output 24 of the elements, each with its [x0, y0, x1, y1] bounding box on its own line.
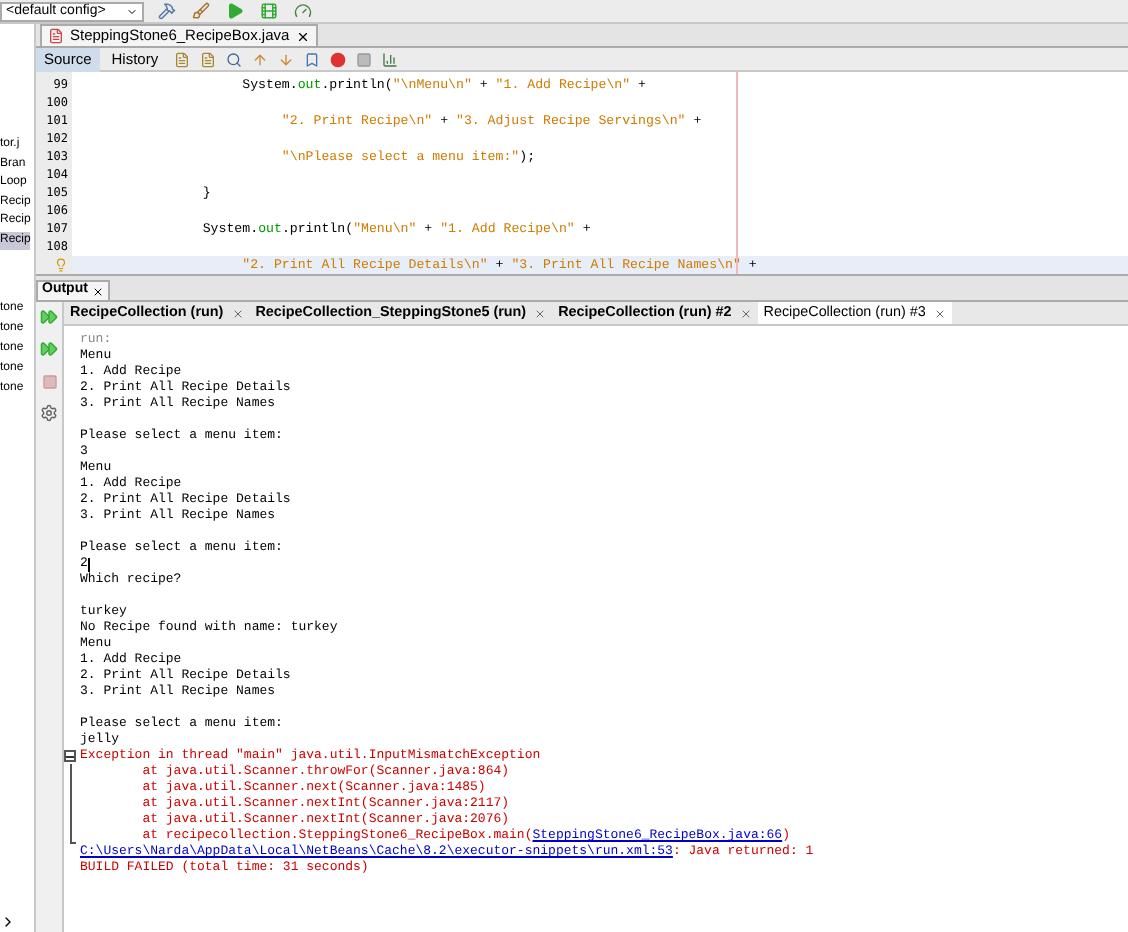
gauge-icon[interactable]: [292, 0, 314, 22]
lightbulb-icon[interactable]: [54, 258, 68, 272]
settings-icon[interactable]: [38, 402, 60, 424]
play-icon[interactable]: [224, 0, 246, 22]
stop-icon[interactable]: [38, 370, 60, 392]
java-file-icon: [48, 28, 64, 44]
record-icon[interactable]: [326, 48, 349, 70]
close-icon: [534, 307, 547, 319]
close-icon: [91, 285, 104, 297]
close-icon: [739, 307, 752, 319]
caret-icon: [126, 6, 138, 18]
brush-icon[interactable]: [190, 0, 212, 22]
expand-icon[interactable]: [0, 914, 16, 930]
collapse-icon[interactable]: [64, 750, 76, 762]
chart-icon[interactable]: [378, 48, 401, 70]
rerun-icon[interactable]: [38, 338, 60, 360]
close-icon: [231, 307, 244, 319]
hammer-icon[interactable]: [156, 0, 178, 22]
stop-icon[interactable]: [352, 48, 375, 70]
search-icon[interactable]: [222, 48, 245, 70]
close-icon: [295, 29, 310, 43]
film-icon[interactable]: [258, 0, 280, 22]
close-icon: [933, 307, 946, 319]
rerun-icon[interactable]: [38, 306, 60, 328]
